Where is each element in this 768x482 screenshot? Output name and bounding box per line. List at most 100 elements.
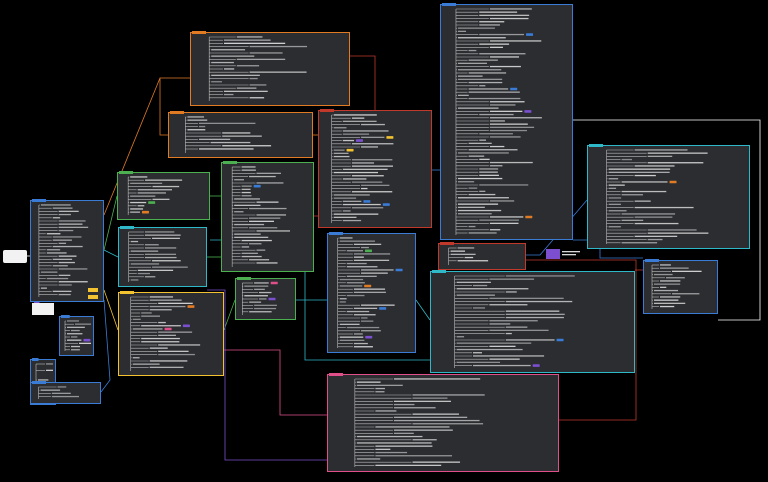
topic-panel[interactable] [221, 161, 314, 272]
node-text [254, 282, 269, 284]
node-text [479, 85, 486, 87]
tag-badge [382, 203, 390, 206]
topic-panel[interactable] [440, 3, 573, 240]
node-text [249, 259, 270, 261]
node-text [339, 278, 364, 281]
topic-panel[interactable] [30, 381, 101, 404]
node-text [393, 407, 436, 409]
panel-header-tab [589, 144, 603, 147]
node-text [224, 90, 268, 92]
node-text [562, 251, 580, 253]
node-text [234, 198, 260, 200]
node-text [58, 274, 71, 276]
node-text [647, 155, 673, 157]
node-text [58, 261, 75, 264]
node-text [647, 238, 663, 241]
node-text [152, 260, 181, 262]
node-text [236, 36, 263, 38]
node-text [456, 294, 495, 296]
topic-panel[interactable] [643, 259, 718, 314]
node-text [241, 252, 258, 254]
node-text [457, 94, 469, 96]
node-text [144, 276, 156, 278]
node-text [46, 252, 67, 254]
panel-background [438, 243, 526, 270]
node-text [256, 214, 287, 216]
connector-line [223, 299, 236, 331]
node-text [479, 190, 486, 192]
node-text [144, 234, 181, 236]
node-text [339, 285, 363, 287]
node-text [608, 184, 625, 186]
node-text [456, 288, 529, 290]
node-text [346, 282, 365, 284]
node-text [339, 339, 365, 341]
node-text [353, 288, 386, 290]
topic-panel[interactable] [118, 226, 207, 287]
tag-badge [268, 297, 276, 301]
node-text [456, 336, 465, 338]
node-text [333, 213, 379, 215]
leaf-node[interactable] [32, 303, 54, 315]
panel-header-tab [61, 315, 70, 318]
node-text [149, 347, 168, 349]
node-text [333, 127, 347, 129]
mind-map-canvas[interactable] [0, 0, 768, 482]
node-text [58, 210, 79, 212]
node-text [375, 451, 408, 454]
topic-panel[interactable] [190, 31, 350, 106]
node-text [647, 229, 697, 231]
node-text [52, 290, 72, 292]
tag-badge [556, 338, 564, 342]
node-text [211, 61, 234, 64]
node-text [489, 17, 529, 20]
node-text [353, 342, 368, 345]
node-text [249, 45, 308, 48]
node-text [353, 259, 390, 261]
node-text [489, 56, 520, 58]
topic-panel[interactable] [318, 109, 432, 228]
node-text [505, 310, 560, 312]
node-text [130, 201, 147, 204]
highlight-node[interactable] [546, 249, 560, 259]
topic-panel[interactable] [59, 315, 94, 356]
topic-panel[interactable] [430, 270, 635, 373]
node-text [152, 198, 170, 200]
node-text [149, 360, 188, 362]
node-text [249, 71, 307, 73]
panel-background [118, 292, 224, 376]
topic-panel[interactable] [235, 277, 296, 320]
node-text [351, 159, 393, 161]
panel-header-tab [237, 277, 251, 280]
node-text [333, 197, 357, 199]
topic-panel[interactable] [587, 144, 750, 249]
node-text [473, 352, 482, 354]
node-text [132, 357, 140, 359]
topic-panel[interactable] [327, 373, 559, 472]
topic-panel[interactable] [438, 242, 526, 270]
node-text [654, 273, 673, 276]
node-text [608, 171, 670, 173]
tag-badge [364, 249, 372, 253]
node-text [224, 93, 234, 96]
node-text [457, 37, 506, 39]
node-text [137, 269, 174, 271]
node-text [457, 78, 503, 80]
node-text [137, 189, 172, 191]
node-text [457, 206, 485, 208]
topic-panel[interactable] [30, 199, 104, 302]
topic-panel[interactable] [168, 111, 313, 158]
node-text [256, 249, 266, 251]
connector-line [159, 78, 168, 136]
topic-panel[interactable] [117, 171, 210, 220]
node-text [654, 299, 679, 301]
central-topic-node[interactable] [3, 250, 27, 263]
node-text [479, 171, 498, 173]
node-text [58, 213, 71, 216]
node-text [479, 219, 519, 221]
node-text [211, 55, 255, 57]
topic-panel[interactable] [118, 291, 224, 376]
tag-badge [187, 305, 195, 308]
topic-panel[interactable] [327, 232, 416, 353]
node-text [608, 178, 619, 180]
